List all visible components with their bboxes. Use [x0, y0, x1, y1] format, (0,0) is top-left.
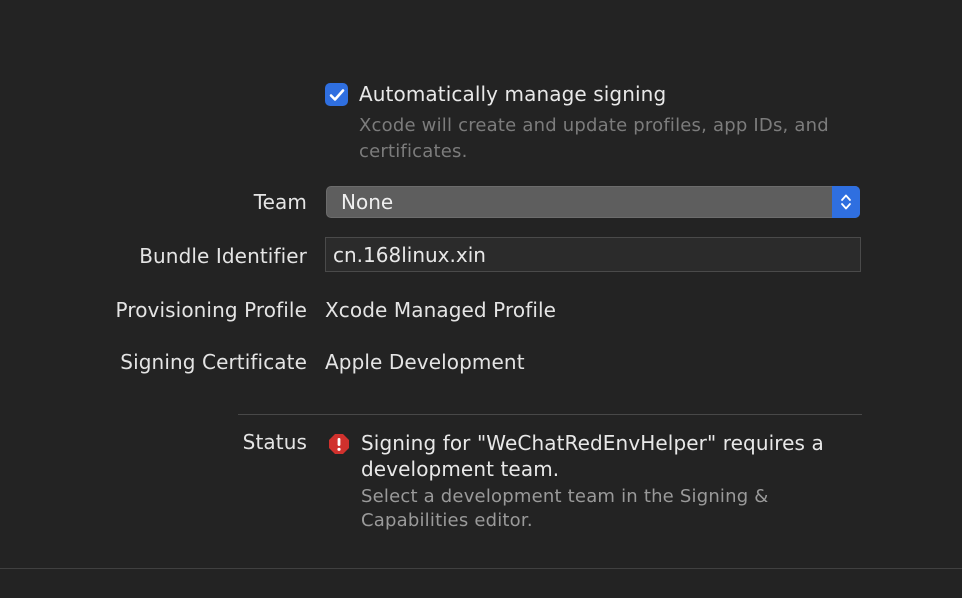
provisioning-profile-label: Provisioning Profile: [115, 298, 307, 322]
popup-arrows-icon: [832, 186, 860, 218]
bundle-identifier-field[interactable]: cn.168linux.xin: [325, 237, 861, 272]
bundle-identifier-value: cn.168linux.xin: [333, 243, 486, 267]
team-popup-value: None: [341, 190, 394, 214]
status-detail: Select a development team in the Signing…: [361, 486, 769, 531]
status-label: Status: [242, 430, 307, 454]
bundle-identifier-label: Bundle Identifier: [139, 244, 307, 268]
section-divider: [238, 414, 862, 415]
error-icon: [328, 433, 350, 455]
signing-certificate-value: Apple Development: [325, 350, 525, 374]
status-message: Signing for "WeChatRedEnvHelper" require…: [361, 431, 824, 481]
checkmark-icon: [329, 88, 344, 101]
auto-manage-signing-label[interactable]: Automatically manage signing: [359, 82, 666, 106]
auto-manage-signing-description: Xcode will create and update profiles, a…: [359, 115, 829, 162]
signing-settings-panel: Automatically manage signing Xcode will …: [0, 0, 962, 598]
team-label: Team: [253, 190, 307, 214]
team-popup-button[interactable]: None: [326, 186, 860, 218]
signing-certificate-label: Signing Certificate: [120, 350, 307, 374]
auto-manage-signing-checkbox[interactable]: [325, 83, 348, 106]
bottom-divider: [0, 568, 962, 569]
provisioning-profile-value: Xcode Managed Profile: [325, 298, 557, 322]
